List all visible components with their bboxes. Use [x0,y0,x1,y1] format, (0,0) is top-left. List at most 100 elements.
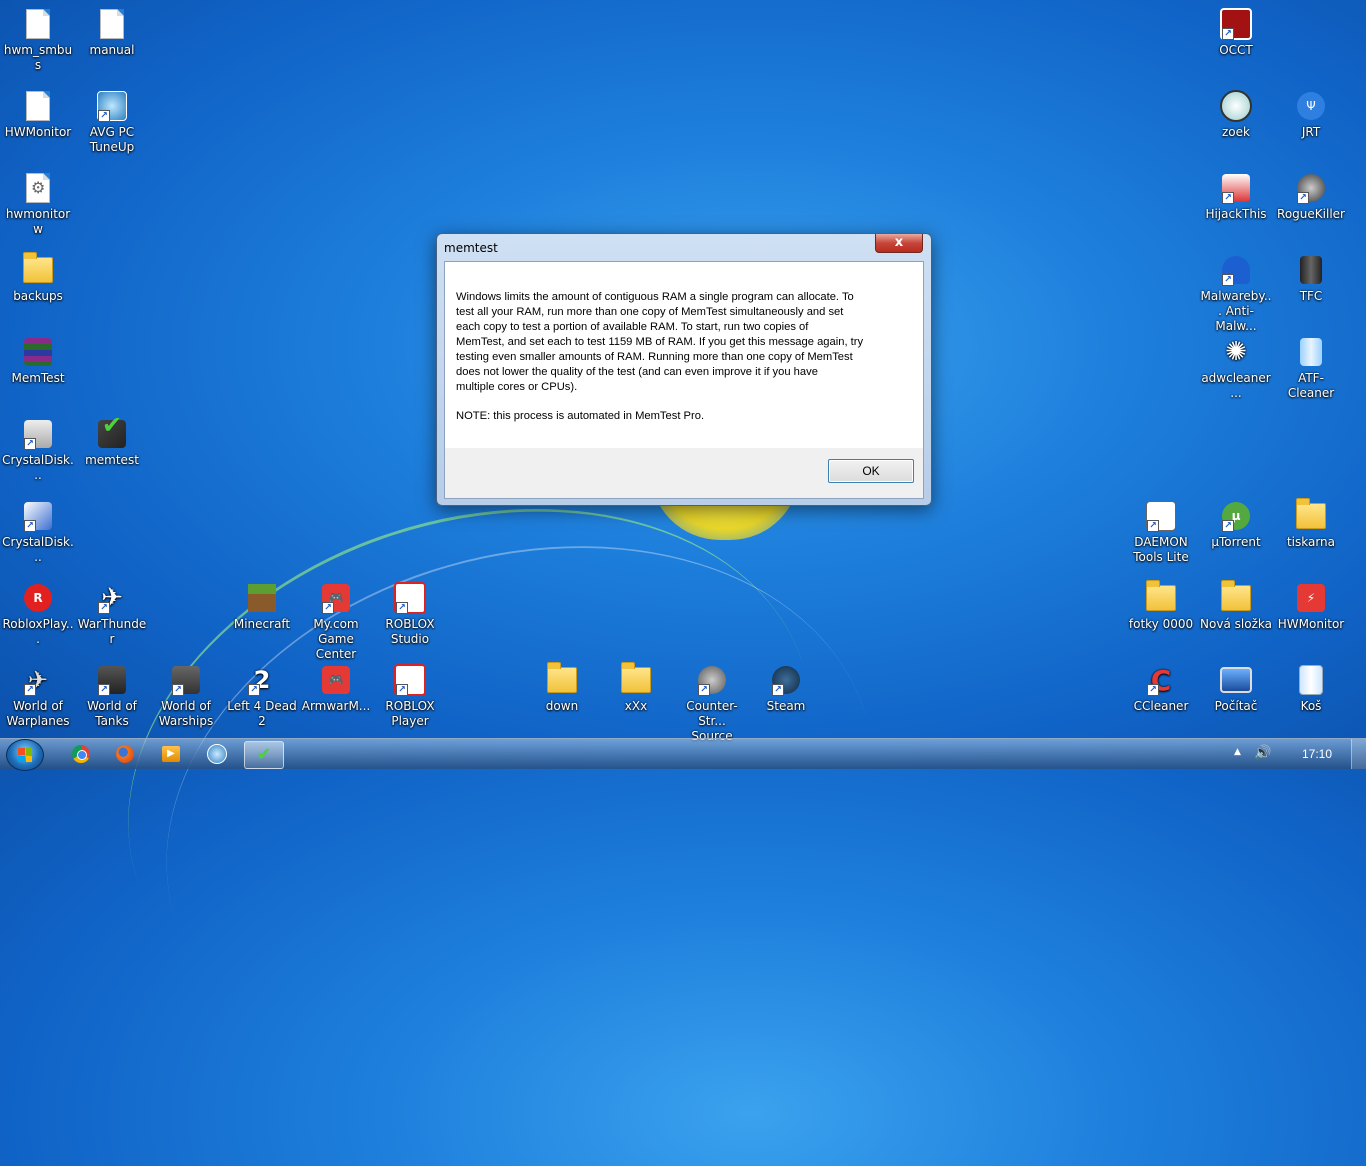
desktop-icon-world-of-warships[interactable]: ↗ World of Warships [148,664,224,729]
desktop-icon-daemon-tools[interactable]: ↗ DAEMON Tools Lite [1123,500,1199,565]
folder-icon [546,662,578,696]
desktop-icon-pocitac[interactable]: Počítač [1198,664,1274,714]
ok-button[interactable]: OK [828,459,914,483]
minecraft-icon [246,582,278,614]
desktop-icon-jrt[interactable]: Ψ JRT [1273,90,1349,140]
desktop-icon-left4dead2[interactable]: 2 ↗ Left 4 Dead 2 [224,664,300,729]
desktop-icon-label: RogueKiller [1277,207,1345,221]
desktop-icon-tfc[interactable]: TFC [1273,254,1349,304]
file-icon [22,90,54,122]
desktop-icon-label: Malwareby... Anti-Malw... [1200,289,1272,333]
desktop-icon-atf-cleaner[interactable]: ATF-Cleaner [1273,336,1349,401]
desktop-icon-memtest[interactable]: ✔ memtest [74,413,150,468]
volume-icon[interactable]: 🔊 [1254,745,1271,761]
desktop-icon-adwcleaner[interactable]: ✺ adwcleaner... [1198,336,1274,401]
desktop-icon-ccleaner[interactable]: C ↗ CCleaner [1123,664,1199,714]
close-button[interactable]: x [875,234,923,253]
roblox-icon: ↗ [394,664,426,696]
desktop-icon-nova-slozka[interactable]: Nová složka [1198,580,1274,632]
taskbar-chrome[interactable] [62,741,100,767]
desktop-icon-label: JRT [1301,125,1321,139]
desktop-icon-hwm-smbus[interactable]: hwm_smbus [0,8,76,73]
folder-icon [1295,498,1327,532]
taskbar-memtest[interactable]: ✔ [244,741,284,769]
desktop-icon-mycom-game-center[interactable]: 🎮 ↗ My.com Game Center [298,582,374,662]
desktop-icon-roguekiller[interactable]: ↗ RogueKiller [1273,172,1349,222]
desktop-icon-occt[interactable]: ↗ OCCT [1198,8,1274,58]
hijackthis-icon: ↗ [1220,172,1252,204]
folder-icon [1220,580,1252,614]
taskbar-firefox[interactable] [106,741,144,767]
desktop-icon-kos[interactable]: Koš [1273,664,1349,714]
desktop-icon-label: AVG PC TuneUp [89,125,135,154]
dialog-title: memtest [444,241,498,255]
desktop-icon-minecraft[interactable]: Minecraft [224,582,300,632]
desktop-icon-crystaldisk-2[interactable]: ↗ CrystalDisk... [0,500,76,565]
desktop-icon-down[interactable]: down [524,662,600,714]
desktop-icon-label: RobloxPlay... [2,617,74,646]
roguekiller-icon: ↗ [1295,172,1327,204]
desktop-icon-world-of-tanks[interactable]: ↗ World of Tanks [74,664,150,729]
show-hidden-icons-icon[interactable]: ▲ [1234,747,1241,757]
chrome-icon [72,745,90,763]
file-icon [96,8,128,40]
recycle-bin-icon [1295,664,1327,696]
memtest-icon: ✔ [96,413,128,450]
desktop-icon-label: Počítač [1214,699,1258,713]
gear-file-icon: ⚙ [22,172,54,204]
dialog-message: Windows limits the amount of contiguous … [456,291,864,393]
desktop-icon-memtest-archive[interactable]: MemTest [0,336,76,386]
roblox-icon: R [22,582,54,614]
tuneup-icon [207,744,227,764]
utorrent-icon: µ ↗ [1220,500,1252,532]
desktop-icon-label: ROBLOX Player [385,699,435,728]
desktop-icon-manual[interactable]: manual [74,8,150,58]
desktop-icon-crystaldisk-1[interactable]: ↗ CrystalDisk... [0,418,76,483]
folder-icon [620,662,652,696]
clock[interactable]: 17:10 [1302,747,1332,761]
desktop-icon-malwarebytes[interactable]: ↗ Malwareby... Anti-Malw... [1198,254,1274,334]
desktop-icon-label: ROBLOX Studio [385,617,435,646]
desktop-icon-xxx[interactable]: xXx [598,662,674,714]
gamepad-icon: 🎮 ↗ [320,582,352,614]
desktop-icon-world-of-warplanes[interactable]: ✈ ↗ World of Warplanes [0,664,76,729]
desktop-icon-label: Nová složka [1200,617,1272,631]
desktop-icon-hwmonitorw[interactable]: ⚙ hwmonitorw [0,172,76,237]
show-desktop-button[interactable] [1351,739,1366,769]
wallpaper-swoosh [102,465,938,1166]
tuneup-icon: ↗ [96,90,128,122]
gamepad-icon: 🎮 [320,664,352,696]
dialog-titlebar[interactable]: memtest x [437,234,931,260]
folder-icon [22,252,54,286]
desktop-icon-hwmonitor-file[interactable]: HWMonitor [0,90,76,140]
desktop-icon-roblox-player-1[interactable]: R RobloxPlay... [0,582,76,647]
taskbar-avg-tuneup[interactable] [198,741,236,767]
desktop-icon-avg-tuneup[interactable]: ↗ AVG PC TuneUp [74,90,150,155]
desktop-icon-label: DAEMON Tools Lite [1133,535,1189,564]
start-button[interactable] [6,739,44,771]
desktop-icon-tiskarna[interactable]: tiskarna [1273,498,1349,550]
desktop-icon-warthunder[interactable]: ✈ ↗ WarThunder [74,582,150,647]
desktop-icon-zoek[interactable]: zoek [1198,90,1274,140]
folder-icon [1145,580,1177,614]
desktop-icon-label: hwm_smbus [3,43,73,72]
desktop-icon-hijackthis[interactable]: ↗ HijackThis [1198,172,1274,222]
desktop-icon-fotky[interactable]: fotky 0000 [1123,580,1199,632]
taskbar-media-player[interactable]: ▶ [152,741,190,767]
desktop-icon-roblox-studio[interactable]: ↗ ROBLOX Studio [372,582,448,647]
desktop-icon-armwar[interactable]: 🎮 ArmwarM... [298,664,374,714]
desktop-icon-backups[interactable]: backups [0,252,76,304]
recycle-bin-icon [1295,336,1327,368]
desktop-icon-hwmonitor-app[interactable]: ⚡ HWMonitor [1273,582,1349,632]
desktop-icon-label: down [545,699,579,713]
desktop-icon-label: memtest [85,453,139,467]
desktop-icon-roblox-player-2[interactable]: ↗ ROBLOX Player [372,664,448,729]
desktop-icon-label: World of Warplanes [6,699,70,728]
desktop-icon-counter-strike[interactable]: ↗ Counter-Str... Source [674,664,750,744]
desktop-icon-utorrent[interactable]: µ ↗ µTorrent [1198,500,1274,550]
adwcleaner-icon: ✺ [1225,336,1247,367]
computer-icon [1220,664,1252,696]
system-tray: ▲ 🔊 17:10 [1226,739,1366,769]
dialog-client-area: Windows limits the amount of contiguous … [444,261,924,499]
desktop-icon-steam[interactable]: ↗ Steam [748,664,824,714]
